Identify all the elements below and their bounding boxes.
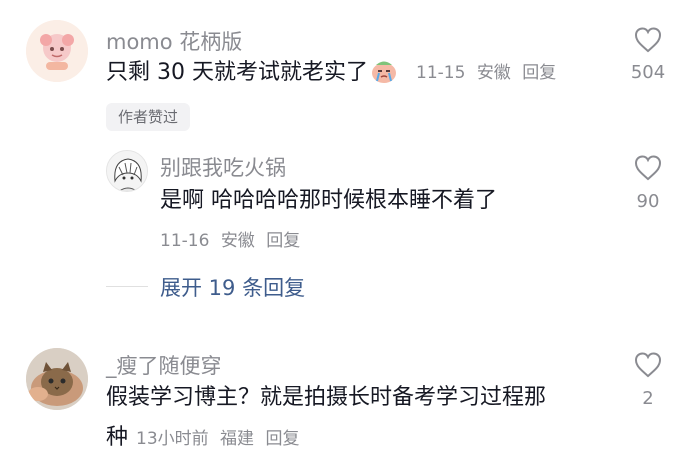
- comment-date: 11-16: [160, 231, 210, 251]
- avatar-image: [26, 20, 88, 82]
- comment-text: 是啊 哈哈哈哈那时候根本睡不着了: [160, 188, 497, 213]
- divider: [106, 286, 148, 287]
- author-liked-badge: 作者赞过: [106, 103, 191, 131]
- comment-text: 假装学习博主？就是拍摄长时备考学习过程那: [106, 385, 547, 410]
- comment-location: 安徽: [476, 63, 511, 83]
- like-count: 2: [642, 388, 654, 409]
- like-count: 90: [636, 191, 660, 212]
- comment-meta: 13小时前 福建 回复: [136, 427, 305, 451]
- comment-date: 11-15: [416, 63, 466, 83]
- comment-text-line2: 种: [106, 425, 129, 450]
- comment-username[interactable]: _瘦了随便穿: [106, 350, 222, 380]
- comment-date: 13小时前: [136, 429, 209, 449]
- reply-button[interactable]: 回复: [522, 63, 556, 83]
- comment-text-body: 只剩 30 天就考试就老实了: [106, 60, 368, 85]
- avatar[interactable]: [26, 348, 88, 410]
- heart-outline-icon[interactable]: [633, 351, 663, 379]
- heart-outline-icon[interactable]: [633, 26, 663, 54]
- avatar[interactable]: [26, 20, 88, 82]
- comment-username[interactable]: 别跟我吃火锅: [160, 152, 286, 182]
- expand-replies-button[interactable]: 展开 19 条回复: [160, 272, 305, 302]
- comment-location: 安徽: [220, 231, 255, 251]
- avatar[interactable]: [106, 150, 148, 192]
- crying-face-emoji-icon: [370, 58, 398, 84]
- comment-location: 福建: [220, 429, 255, 449]
- reply-button[interactable]: 回复: [266, 231, 300, 251]
- avatar-image: [26, 348, 88, 410]
- heart-outline-icon[interactable]: [633, 154, 663, 182]
- avatar-image: [107, 151, 147, 191]
- reply-button[interactable]: 回复: [265, 429, 299, 449]
- comment-meta: 11-16 安徽 回复: [160, 229, 306, 253]
- like-count: 504: [630, 62, 666, 83]
- comment-username[interactable]: momo 花柄版: [106, 26, 242, 56]
- comment-meta: 11-15 安徽 回复: [416, 61, 562, 85]
- comment-text: 只剩 30 天就考试就老实了: [106, 58, 402, 88]
